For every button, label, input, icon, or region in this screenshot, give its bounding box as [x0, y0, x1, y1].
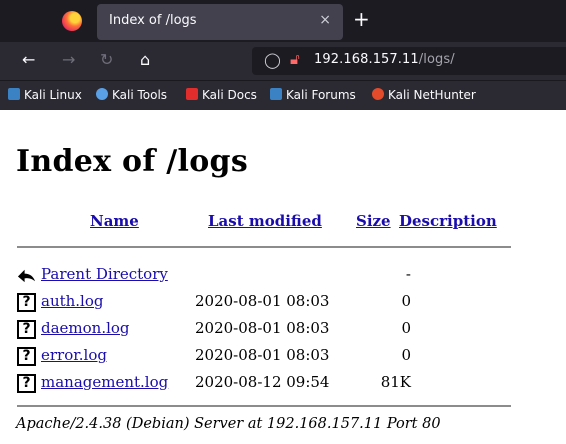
row-size: -	[405, 265, 411, 283]
url-path: /logs/	[418, 52, 455, 67]
table-row: ? management.log 2020-08-12 09:54 81K	[17, 372, 517, 394]
kali-dragon-icon	[8, 88, 20, 100]
bookmark-kali-forums[interactable]: Kali Forums	[270, 88, 356, 102]
close-icon[interactable]: ×	[319, 12, 331, 28]
unknown-file-icon: ?	[17, 293, 36, 312]
bookmark-label: Kali Forums	[286, 88, 356, 102]
file-link-management-log[interactable]: management.log	[41, 373, 168, 391]
home-button[interactable]: ⌂	[140, 50, 150, 69]
tab-index-of-logs[interactable]: Index of /logs ×	[97, 4, 343, 40]
table-row: ? auth.log 2020-08-01 08:03 0	[17, 291, 517, 313]
bookmark-kali-linux[interactable]: Kali Linux	[8, 88, 82, 102]
kali-tools-icon	[96, 88, 108, 100]
column-size-link[interactable]: Size	[356, 212, 391, 230]
divider	[17, 246, 511, 248]
server-signature: Apache/2.4.38 (Debian) Server at 192.168…	[16, 416, 441, 432]
divider	[17, 405, 511, 407]
table-row: ? daemon.log 2020-08-01 08:03 0	[17, 318, 517, 340]
back-arrow-icon	[17, 269, 36, 283]
url-bar[interactable]: ◯ 🔓︎ 192.168.157.11/logs/	[252, 47, 566, 75]
new-tab-button[interactable]: +	[353, 7, 370, 31]
insecure-lock-icon[interactable]: 🔓︎	[290, 50, 300, 68]
page-title: Index of /logs	[16, 144, 249, 179]
row-size: 81K	[380, 373, 411, 391]
tracking-protection-icon[interactable]: ◯	[264, 51, 281, 69]
tab-title: Index of /logs	[109, 13, 197, 28]
navigation-bar: ← → ↻ ⌂ ◯ 🔓︎ 192.168.157.11/logs/	[0, 42, 566, 80]
table-row: Parent Directory -	[17, 264, 517, 286]
column-description-link[interactable]: Description	[399, 212, 497, 230]
unknown-file-icon: ?	[17, 374, 36, 393]
unknown-file-icon: ?	[17, 347, 36, 366]
bookmark-label: Kali Tools	[112, 88, 168, 102]
bookmark-kali-nethunter[interactable]: Kali NetHunter	[372, 88, 476, 102]
bookmark-label: Kali Linux	[24, 88, 82, 102]
bookmark-kali-tools[interactable]: Kali Tools	[96, 88, 167, 102]
column-name-link[interactable]: Name	[90, 212, 139, 230]
kali-nethunter-icon	[372, 88, 384, 100]
file-link-auth-log[interactable]: auth.log	[41, 292, 104, 310]
url-host: 192.168.157.11	[314, 52, 419, 67]
kali-docs-icon	[186, 88, 198, 100]
file-link-daemon-log[interactable]: daemon.log	[41, 319, 130, 337]
firefox-icon[interactable]	[62, 11, 82, 31]
row-date: 2020-08-01 08:03	[195, 292, 330, 310]
bookmark-label: Kali Docs	[202, 88, 257, 102]
reload-button[interactable]: ↻	[100, 50, 113, 69]
column-last-modified-link[interactable]: Last modified	[208, 212, 322, 230]
bookmark-kali-docs[interactable]: Kali Docs	[186, 88, 257, 102]
row-size: 0	[401, 346, 411, 364]
file-link-error-log[interactable]: error.log	[41, 346, 107, 364]
unknown-file-icon: ?	[17, 320, 36, 339]
row-date: 2020-08-12 09:54	[195, 373, 330, 391]
row-size: 0	[401, 319, 411, 337]
row-date: 2020-08-01 08:03	[195, 319, 330, 337]
kali-forums-icon	[270, 88, 282, 100]
parent-directory-link[interactable]: Parent Directory	[41, 265, 168, 283]
back-button[interactable]: ←	[22, 50, 35, 69]
bookmark-label: Kali NetHunter	[388, 88, 476, 102]
forward-button[interactable]: →	[62, 50, 75, 69]
row-size: 0	[401, 292, 411, 310]
row-date: 2020-08-01 08:03	[195, 346, 330, 364]
table-row: ? error.log 2020-08-01 08:03 0	[17, 345, 517, 367]
bookmarks-toolbar: Kali Linux Kali Tools Kali Docs Kali For…	[0, 80, 566, 110]
url-text[interactable]: 192.168.157.11/logs/	[314, 52, 455, 67]
tab-bar: Index of /logs × +	[0, 0, 566, 42]
